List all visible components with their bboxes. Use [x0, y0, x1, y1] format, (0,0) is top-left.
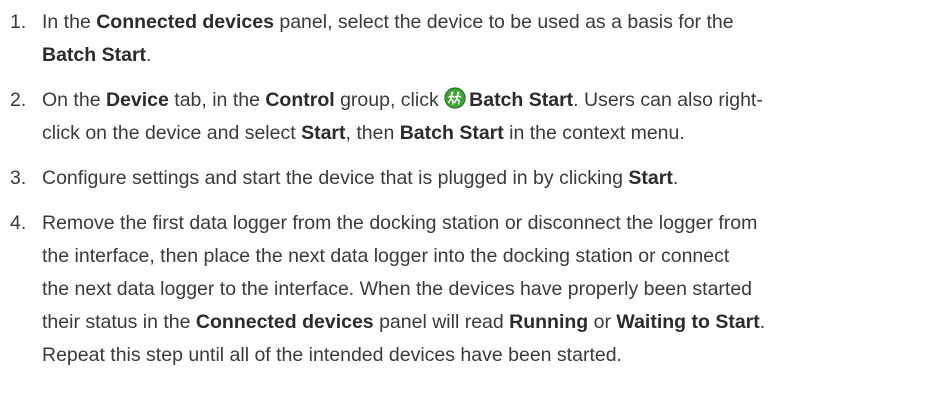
- step-item: 3. Configure settings and start the devic…: [0, 162, 941, 195]
- ui-term: Running: [509, 311, 589, 333]
- instruction-steps: 1. In the Connected devices panel, select…: [0, 0, 941, 372]
- step-text-run: In the: [42, 11, 97, 33]
- step-text-run: .: [759, 311, 766, 333]
- step-text: Configure settings and start the device …: [42, 162, 941, 195]
- step-item: 2. On the Device tab, in the Control grou…: [0, 84, 941, 150]
- step-number: 1.: [10, 11, 27, 33]
- ui-term: Device: [105, 89, 169, 111]
- step-text: Remove the first data logger from the do…: [42, 207, 941, 372]
- step-text-run: group, click: [334, 89, 445, 111]
- step-text-run: panel, select the device to be used as a…: [273, 11, 734, 33]
- step-text-run: or: [588, 311, 617, 333]
- step-text-run: click on the device and select: [42, 122, 302, 144]
- step-text-run: On the: [42, 89, 106, 111]
- step-text-run: in the context menu.: [503, 122, 685, 144]
- step-text-run: .: [672, 167, 679, 189]
- step-text-run: panel will read: [373, 311, 510, 333]
- ui-term: Waiting to Start: [616, 311, 760, 333]
- ui-term: Connected devices: [195, 311, 374, 333]
- batch-start-icon: [444, 87, 466, 109]
- step-number: 3.: [10, 167, 27, 189]
- step-text-run: Remove the first data logger from the do…: [42, 212, 758, 234]
- step-text-run: tab, in the: [168, 89, 266, 111]
- step-item: 1. In the Connected devices panel, select…: [0, 0, 941, 72]
- step-text-run: their status in the: [42, 311, 196, 333]
- ui-term: Control: [265, 89, 335, 111]
- ui-term: Batch Start: [399, 122, 504, 144]
- step-text-run: Configure settings and start the device …: [42, 167, 629, 189]
- step-number: 2.: [10, 89, 27, 111]
- step-text: In the Connected devices panel, select t…: [42, 6, 941, 72]
- step-text-run: , then: [345, 122, 400, 144]
- step-text-run: . Users can also right-: [573, 89, 763, 111]
- ui-term: Start: [301, 122, 346, 144]
- step-item: 4. Remove the first data logger from the …: [0, 207, 941, 372]
- step-text-run: Repeat this step until all of the intend…: [42, 344, 622, 366]
- step-text-run: .: [146, 44, 152, 66]
- step-text-run: the interface, then place the next data …: [42, 245, 730, 267]
- step-number: 4.: [10, 212, 27, 234]
- ui-term: Start: [628, 167, 673, 189]
- step-text: On the Device tab, in the Control group,…: [42, 84, 941, 150]
- ui-term: Connected devices: [96, 11, 274, 33]
- ui-term: Batch Start: [469, 89, 574, 111]
- step-text-run: the next data logger to the interface. W…: [42, 278, 753, 300]
- ui-term: Batch Start: [42, 44, 147, 66]
